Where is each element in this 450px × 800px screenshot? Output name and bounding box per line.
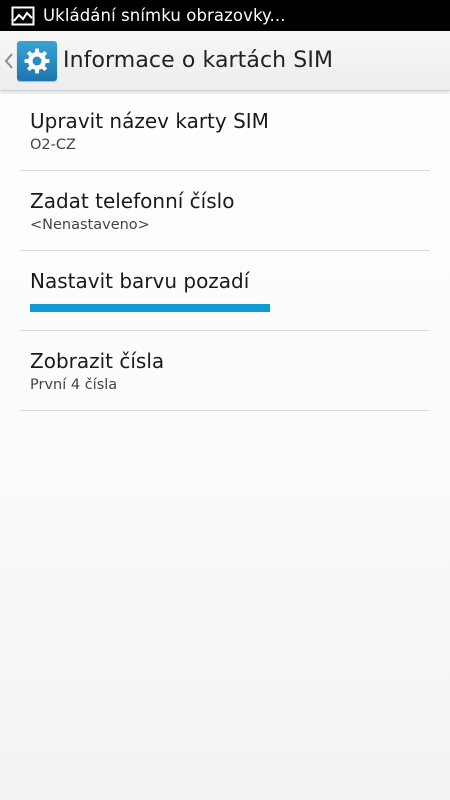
list-item-phone-number[interactable]: Zadat telefonní číslo <Nenastaveno>: [20, 171, 430, 251]
list-item-background-color[interactable]: Nastavit barvu pozadí: [20, 251, 430, 331]
color-swatch-bar: [30, 304, 270, 312]
list-item-edit-sim-name[interactable]: Upravit název karty SIM O2-CZ: [20, 91, 430, 171]
item-title: Zobrazit čísla: [30, 349, 165, 373]
item-summary: O2-CZ: [30, 137, 76, 153]
action-bar: Informace o kartách SIM: [0, 31, 450, 91]
gear-icon[interactable]: [17, 40, 57, 81]
settings-list: Upravit název karty SIM O2-CZ Zadat tele…: [20, 91, 430, 411]
status-bar: Ukládání snímku obrazovky...: [0, 0, 450, 31]
page-title: Informace o kartách SIM: [63, 48, 334, 73]
item-summary: První 4 čísla: [30, 377, 118, 393]
screenshot-icon: [11, 6, 35, 26]
item-summary: <Nenastaveno>: [30, 217, 150, 233]
item-title: Nastavit barvu pozadí: [30, 269, 250, 293]
item-title: Upravit název karty SIM: [30, 109, 269, 133]
list-item-show-digits[interactable]: Zobrazit čísla První 4 čísla: [20, 331, 430, 411]
chevron-left-icon[interactable]: [3, 51, 15, 71]
status-text: Ukládání snímku obrazovky...: [43, 6, 286, 25]
item-title: Zadat telefonní číslo: [30, 189, 235, 213]
